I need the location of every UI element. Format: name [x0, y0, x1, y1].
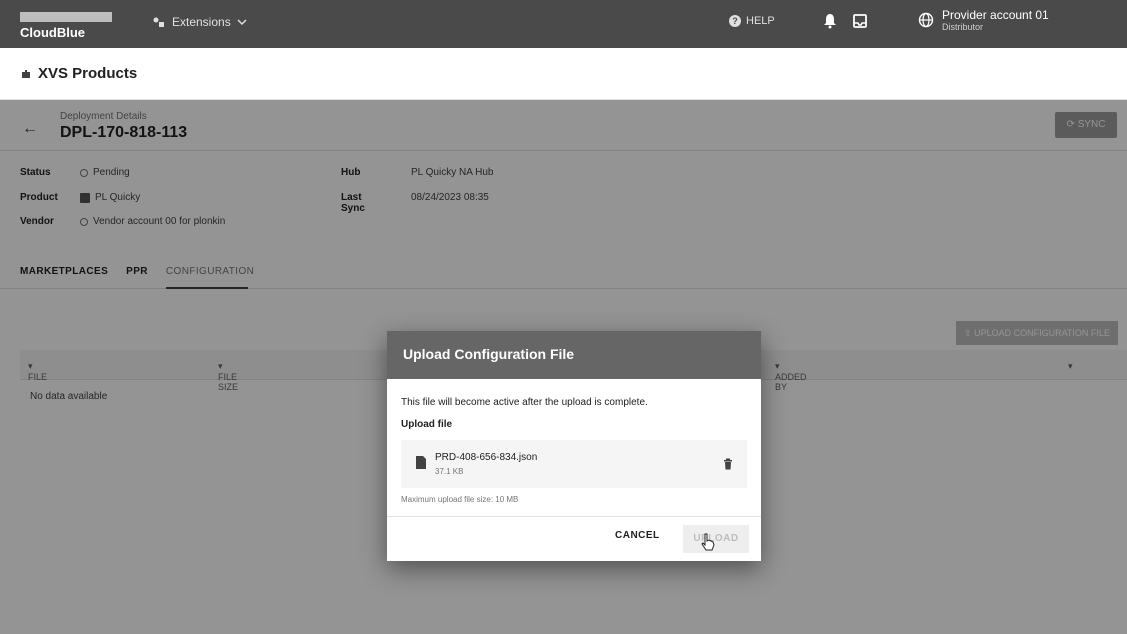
account-info: Provider account 01 Distributor: [942, 8, 1049, 32]
upload-file-label: Upload file: [401, 419, 453, 430]
module-switcher[interactable]: Extensions: [152, 15, 247, 29]
file-name: PRD-408-656-834.json: [435, 452, 538, 463]
page-header: XVS Products: [0, 48, 1127, 100]
file-icon: [416, 456, 426, 469]
notifications-bell-icon[interactable]: [823, 13, 837, 29]
help-button[interactable]: ? HELP: [729, 15, 775, 27]
hand-cursor-icon: [701, 533, 715, 551]
selected-file: PRD-408-656-834.json 37.1 KB: [401, 440, 747, 488]
file-size: 37.1 KB: [435, 467, 464, 476]
page-title-text: XVS Products: [38, 65, 138, 82]
delete-icon[interactable]: [723, 458, 733, 470]
help-icon: ?: [729, 15, 741, 27]
upload-configuration-dialog: Upload Configuration File This file will…: [387, 331, 761, 561]
account-name: Provider account 01: [942, 8, 1049, 22]
top-navigation-bar: CloudBlue Extensions ? HELP Provider acc…: [0, 0, 1127, 48]
help-label: HELP: [746, 15, 775, 27]
puzzle-icon: [22, 69, 30, 78]
cloudblue-logo[interactable]: CloudBlue: [20, 9, 112, 41]
account-menu[interactable]: Provider account 01 Distributor: [918, 8, 1049, 32]
extensions-icon: [153, 17, 164, 27]
upload-button[interactable]: UPLOAD: [683, 525, 749, 553]
dialog-body: This file will become active after the u…: [387, 379, 761, 504]
globe-icon: [918, 12, 934, 28]
page-title: XVS Products: [20, 65, 137, 82]
dialog-title: Upload Configuration File: [387, 331, 761, 379]
dialog-description: This file will become active after the u…: [401, 397, 648, 408]
module-label: Extensions: [172, 15, 231, 29]
logo-bar: [20, 12, 112, 22]
cancel-button[interactable]: CANCEL: [615, 530, 660, 541]
max-upload-size-hint: Maximum upload file size: 10 MB: [401, 495, 519, 504]
account-role: Distributor: [942, 22, 984, 32]
inbox-icon[interactable]: [852, 13, 868, 29]
brand-name: CloudBlue: [20, 25, 85, 40]
chevron-down-icon: [237, 19, 247, 26]
